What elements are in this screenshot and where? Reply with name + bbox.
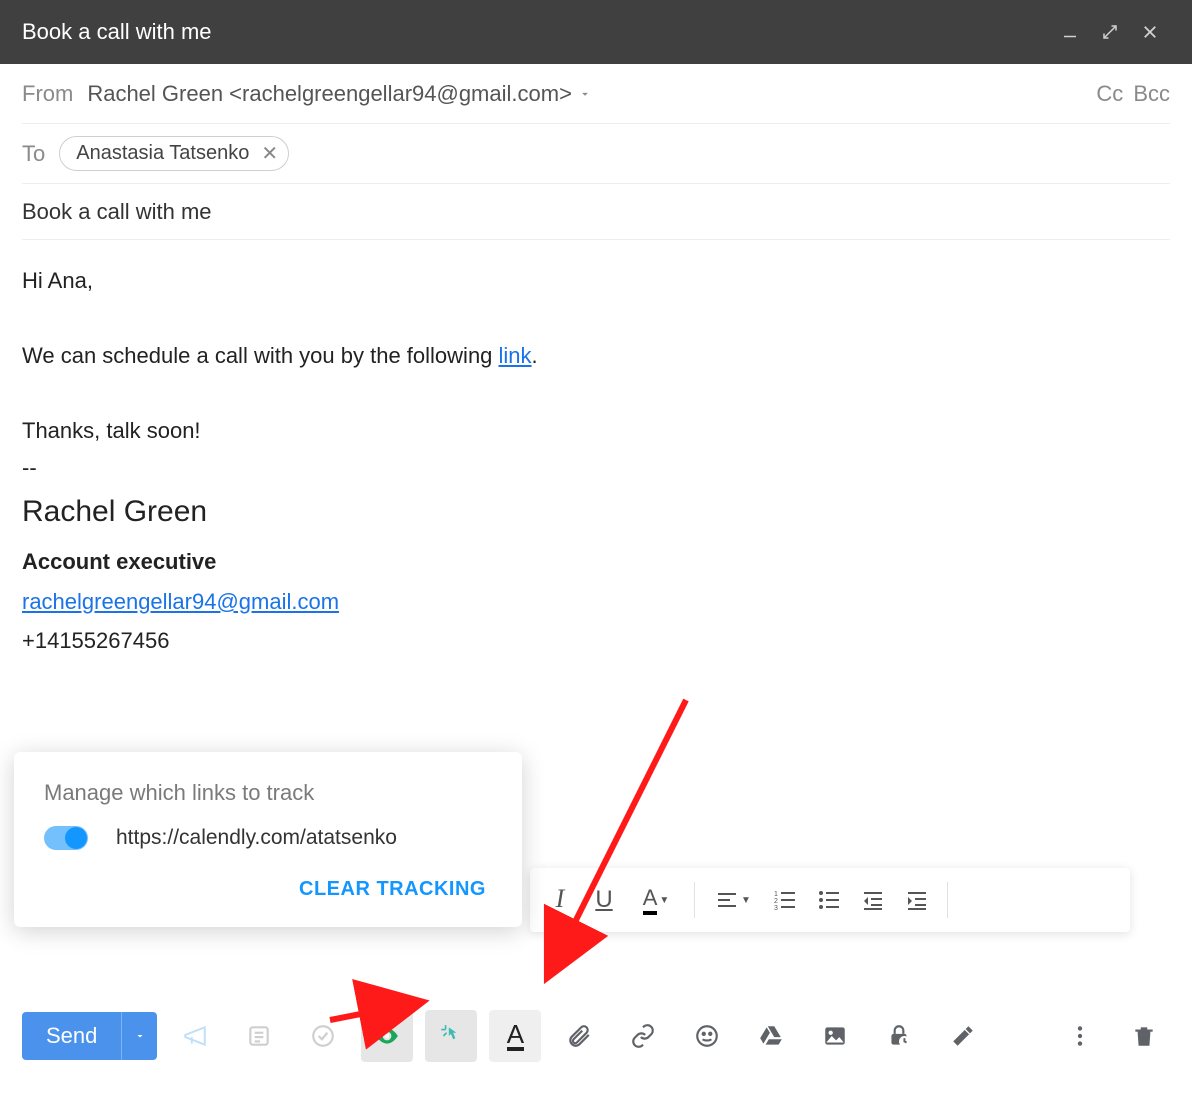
from-row: From Rachel Green <rachelgreengellar94@g… (22, 64, 1170, 124)
recipient-chip-name: Anastasia Tatsenko (76, 142, 249, 165)
bcc-button[interactable]: Bcc (1133, 81, 1170, 107)
svg-text:1: 1 (774, 891, 778, 898)
send-button[interactable]: Send (22, 1012, 157, 1060)
check-icon[interactable] (297, 1010, 349, 1062)
track-clicks-icon[interactable] (425, 1010, 477, 1062)
to-label: To (22, 141, 45, 167)
email-body[interactable]: Hi Ana, We can schedule a call with you … (22, 240, 1170, 660)
clear-tracking-button[interactable]: CLEAR TRACKING (44, 878, 492, 901)
compose-title: Book a call with me (22, 19, 1050, 45)
fullscreen-button[interactable] (1090, 23, 1130, 41)
insert-signature-icon[interactable] (937, 1010, 989, 1062)
separator (947, 882, 948, 918)
send-label: Send (22, 1023, 121, 1049)
remove-recipient-icon[interactable]: ✕ (261, 141, 278, 166)
formatting-toolbar: I U A▼ ▼ 123 (530, 868, 1130, 932)
body-line1: We can schedule a call with you by the f… (22, 337, 1170, 374)
minimize-button[interactable] (1050, 23, 1090, 41)
subject-input[interactable]: Book a call with me (22, 184, 1170, 240)
signature-email[interactable]: rachelgreengellar94@gmail.com (22, 583, 339, 620)
body-closing: Thanks, talk soon! (22, 412, 1170, 449)
insert-photo-icon[interactable] (809, 1010, 861, 1062)
from-dropdown-icon[interactable] (578, 81, 592, 107)
more-options-icon[interactable] (1054, 1010, 1106, 1062)
indent-more-button[interactable] (897, 880, 937, 920)
signature-phone: +14155267456 (22, 622, 1170, 659)
svg-text:2: 2 (774, 898, 778, 905)
compose-titlebar: Book a call with me (0, 0, 1192, 64)
popup-title: Manage which links to track (44, 780, 492, 806)
separator (694, 882, 695, 918)
signature-separator: -- (22, 449, 1170, 486)
underline-button[interactable]: U (584, 880, 624, 920)
campaign-icon[interactable] (169, 1010, 221, 1062)
body-link[interactable]: link (499, 343, 532, 368)
from-label: From (22, 81, 73, 107)
track-views-icon[interactable] (361, 1010, 413, 1062)
from-address[interactable]: Rachel Green <rachelgreengellar94@gmail.… (87, 81, 572, 107)
attach-file-icon[interactable] (553, 1010, 605, 1062)
discard-draft-icon[interactable] (1118, 1010, 1170, 1062)
close-button[interactable] (1130, 23, 1170, 41)
link-tracking-popup: Manage which links to track https://cale… (14, 752, 522, 927)
insert-drive-icon[interactable] (745, 1010, 797, 1062)
track-toggle[interactable] (44, 826, 88, 850)
bulleted-list-button[interactable] (809, 880, 849, 920)
to-row[interactable]: To Anastasia Tatsenko ✕ (22, 124, 1170, 184)
tracked-url: https://calendly.com/atatsenko (116, 826, 397, 850)
numbered-list-button[interactable]: 123 (765, 880, 805, 920)
insert-emoji-icon[interactable] (681, 1010, 733, 1062)
subject-text: Book a call with me (22, 199, 212, 225)
send-more-dropdown[interactable] (121, 1012, 157, 1060)
signature-name: Rachel Green (22, 486, 1170, 537)
formatting-options-icon[interactable]: A (489, 1010, 541, 1062)
confidential-mode-icon[interactable] (873, 1010, 925, 1062)
recipient-chip[interactable]: Anastasia Tatsenko ✕ (59, 136, 289, 171)
insert-link-icon[interactable] (617, 1010, 669, 1062)
templates-icon[interactable] (233, 1010, 285, 1062)
indent-less-button[interactable] (853, 880, 893, 920)
cc-button[interactable]: Cc (1096, 81, 1123, 107)
svg-text:3: 3 (774, 905, 778, 912)
italic-button[interactable]: I (540, 880, 580, 920)
body-greeting: Hi Ana, (22, 262, 1170, 299)
compose-bottom-toolbar: Send A (22, 1008, 1170, 1064)
align-button[interactable]: ▼ (705, 880, 761, 920)
text-color-button[interactable]: A▼ (628, 880, 684, 920)
signature-title: Account executive (22, 543, 1170, 580)
